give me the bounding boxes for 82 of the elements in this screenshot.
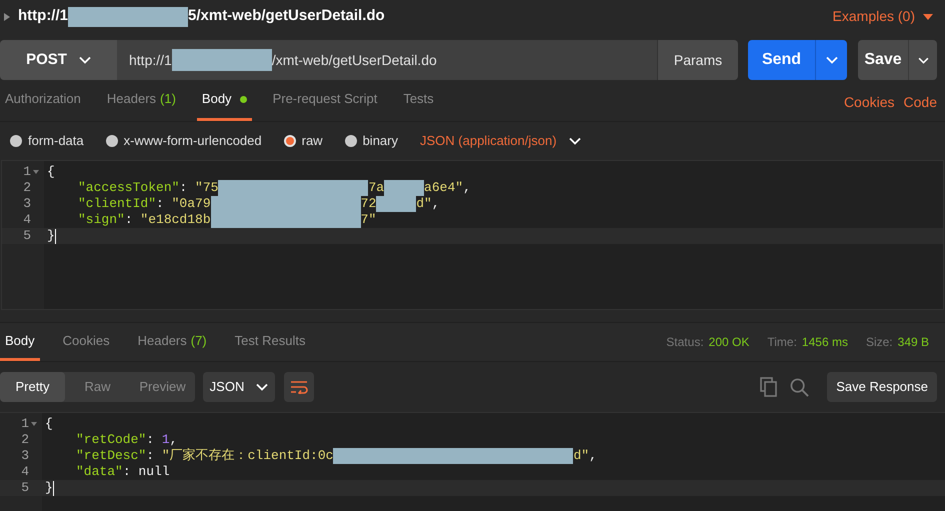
code-text: "retCode": 1,	[76, 431, 178, 449]
expand-arrow-icon[interactable]	[4, 12, 10, 20]
line-number: 4	[23, 211, 31, 230]
text-cursor	[52, 480, 54, 496]
redaction-block	[376, 196, 416, 212]
format-dropdown[interactable]: JSON	[203, 372, 275, 402]
chevron-down-icon	[918, 56, 928, 64]
line-number: 4	[21, 463, 29, 482]
code-text: 7a	[368, 179, 384, 198]
status-label: Size:	[866, 334, 893, 351]
wrap-lines-button[interactable]	[284, 372, 314, 402]
url-text: /xmt-web/getUserDetail.do	[272, 50, 437, 70]
code-text: "sign": "e18cd18b	[78, 211, 211, 230]
status-value: 349 B	[898, 334, 929, 351]
response-tab[interactable]: Headers (7)	[132, 323, 212, 361]
request-title: http://1	[18, 6, 68, 26]
line-number: 3	[23, 195, 31, 214]
view-mode-tab[interactable]: Pretty	[0, 372, 65, 402]
params-button[interactable]: Params	[657, 40, 738, 80]
code-text: 7"	[360, 211, 376, 230]
examples-link[interactable]: Examples (0)	[832, 6, 933, 27]
content-type-dropdown[interactable]: JSON (application/json)	[420, 131, 581, 151]
header-link[interactable]: Cookies	[844, 88, 895, 113]
request-title: 5/xmt-web/getUserDetail.do	[188, 6, 385, 26]
radio-button[interactable]	[344, 135, 357, 147]
code-text: }	[45, 479, 53, 498]
method-dropdown[interactable]: POST	[0, 40, 117, 80]
response-tab[interactable]: Cookies	[58, 323, 115, 361]
wrap-lines-icon	[290, 380, 308, 394]
radio-option[interactable]: binary	[344, 131, 398, 151]
url-field[interactable]: http://1 /xmt-web/getUserDetail.do	[117, 40, 657, 80]
line-number: 1	[21, 415, 29, 434]
request-tab[interactable]: Headers (1)	[102, 80, 181, 121]
text-cursor	[54, 228, 56, 244]
caret-icon	[923, 14, 933, 20]
response-tab[interactable]: Test Results	[230, 323, 310, 361]
code-text: 72	[360, 195, 376, 214]
status-value: 1456 ms	[802, 334, 848, 351]
status-label: Time:	[767, 334, 797, 351]
code-text: "clientId": "0a79	[78, 195, 211, 214]
line-number: 1	[23, 163, 31, 182]
line-number: 3	[21, 447, 29, 466]
status-label: Status:	[666, 334, 704, 351]
line-number: 2	[23, 179, 31, 198]
status-value: 200 OK	[708, 334, 750, 351]
code-text: {	[45, 415, 53, 434]
request-tab[interactable]: Tests	[398, 80, 439, 121]
radio-option[interactable]: raw	[284, 131, 323, 151]
radio-button[interactable]	[284, 135, 296, 147]
chevron-down-icon	[256, 383, 268, 391]
request-tab[interactable]: Body	[196, 80, 252, 121]
code-text: {	[47, 163, 55, 182]
radio-option[interactable]: x-www-form-urlencoded	[106, 131, 262, 151]
chevron-down-icon	[568, 137, 581, 145]
radio-option[interactable]: form-data	[10, 131, 84, 151]
chevron-down-icon	[826, 56, 838, 64]
code-text: }	[47, 227, 55, 246]
url-text: http://1	[129, 50, 172, 70]
request-tab[interactable]: Pre-request Script	[268, 80, 382, 121]
code-editor[interactable]: 1 2 3 4 5 { "accessToken": "75 7a a6e4", "clientId": "0a79 72 d", "sign": "e18cd18b 7" }	[1, 160, 944, 310]
line-number: 5	[23, 227, 31, 246]
line-number: 2	[21, 431, 29, 450]
copy-icon[interactable]	[760, 377, 778, 397]
code-text: "accessToken": "75	[78, 179, 218, 198]
code-text: d",	[573, 447, 597, 466]
response-tab[interactable]: Body	[0, 323, 40, 361]
request-tab[interactable]: Authorization	[0, 80, 86, 121]
line-number: 5	[21, 479, 29, 498]
save-response-button[interactable]: Save Response	[827, 372, 937, 402]
header-link[interactable]: Code	[904, 88, 937, 113]
code-text: d",	[416, 195, 440, 214]
code-text: "retDesc": "厂家不存在：clientId:0c	[76, 447, 334, 466]
redaction-block	[384, 180, 424, 196]
code-text: "data": null	[76, 463, 170, 482]
chevron-down-icon	[78, 56, 91, 64]
code-editor[interactable]: 1 2 3 4 5 { "retCode": 1, "retDesc": "厂家不存在：clientId:0c d", "data": null }	[0, 412, 945, 511]
radio-button[interactable]	[10, 135, 22, 147]
radio-button[interactable]	[106, 135, 118, 147]
search-icon[interactable]	[790, 378, 810, 396]
fold-caret-icon[interactable]	[29, 422, 39, 426]
code-text: a6e4",	[424, 179, 471, 198]
fold-caret-icon[interactable]	[31, 170, 41, 174]
